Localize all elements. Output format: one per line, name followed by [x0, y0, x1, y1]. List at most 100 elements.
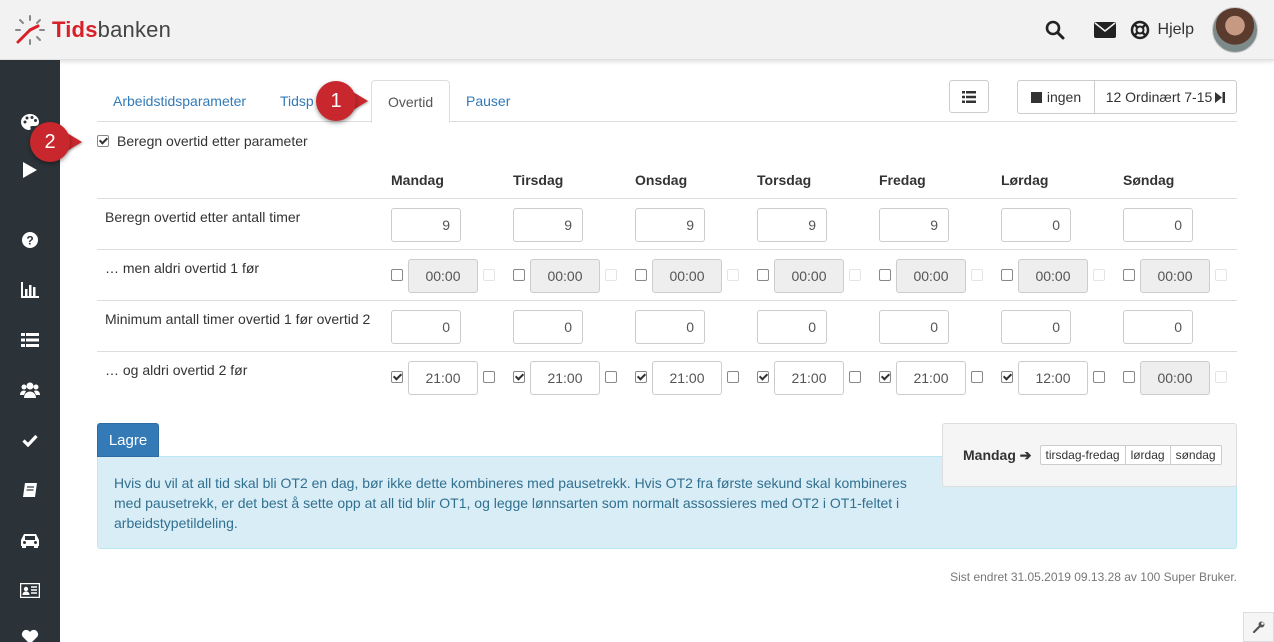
ot1-checkbox-lordag[interactable]	[1001, 269, 1013, 281]
car-icon[interactable]	[0, 525, 60, 555]
ot2-extra-checkbox-mandag[interactable]	[483, 371, 495, 383]
hours-input-lordag[interactable]: 0	[1001, 208, 1071, 242]
day-legend: Mandag ➔ tirsdag-fredag lørdag søndag	[942, 423, 1237, 487]
ot1-extra-checkbox-tirsdag[interactable]	[605, 269, 617, 281]
users-icon[interactable]	[0, 375, 60, 405]
hours-input-torsdag[interactable]: 9	[757, 208, 827, 242]
tab-pauser[interactable]: Pauser	[450, 80, 526, 122]
min-hours-input-torsdag[interactable]: 0	[757, 310, 827, 344]
calc-overtime-checkbox[interactable]	[97, 135, 109, 147]
top-bar: Tidsbanken Hjelp	[0, 0, 1274, 60]
tab-arbeidstidsparameter[interactable]: Arbeidstidsparameter	[97, 80, 262, 122]
min-hours-input-lordag[interactable]: 0	[1001, 310, 1071, 344]
ot1-checkbox-sondag[interactable]	[1123, 269, 1135, 281]
ot2-checkbox-fredag[interactable]	[879, 371, 891, 383]
ot2-extra-checkbox-tirsdag[interactable]	[605, 371, 617, 383]
ot1-time-tirsdag[interactable]: 00:00	[530, 259, 600, 293]
list-icon[interactable]	[0, 325, 60, 355]
envelope-icon[interactable]	[1080, 0, 1130, 60]
ot1-time-onsdag[interactable]: 00:00	[652, 259, 722, 293]
ot2-checkbox-sondag[interactable]	[1123, 371, 1135, 383]
day-header-lordag: Lørdag	[1001, 172, 1049, 188]
step-forward-icon	[1215, 91, 1226, 103]
hours-input-mandag[interactable]: 9	[391, 208, 461, 242]
min-hours-input-onsdag[interactable]: 0	[635, 310, 705, 344]
min-hours-input-tirsdag[interactable]: 0	[513, 310, 583, 344]
row-label: … men aldri overtid 1 før	[105, 260, 260, 276]
ot2-checkbox-lordag[interactable]	[1001, 371, 1013, 383]
avatar[interactable]	[1212, 7, 1258, 53]
ot2-checkbox-tirsdag[interactable]	[513, 371, 525, 383]
min-hours-input-mandag[interactable]: 0	[391, 310, 461, 344]
help-label: Hjelp	[1157, 21, 1194, 38]
ot1-time-lordag[interactable]: 00:00	[1018, 259, 1088, 293]
book-icon[interactable]	[0, 475, 60, 505]
ot1-checkbox-onsdag[interactable]	[635, 269, 647, 281]
ot2-time-torsdag[interactable]: 21:00	[774, 361, 844, 395]
table-row: Minimum antall timer overtid 1 før overt…	[97, 300, 1237, 351]
row-label: Beregn overtid etter antall timer	[105, 209, 301, 225]
hours-input-tirsdag[interactable]: 9	[513, 208, 583, 242]
help-link[interactable]: Hjelp	[1130, 20, 1194, 40]
calc-overtime-checkbox-row[interactable]: Beregn overtid etter parameter	[97, 133, 308, 149]
ot1-checkbox-mandag[interactable]	[391, 269, 403, 281]
id-card-icon[interactable]	[0, 575, 60, 605]
ot1-checkbox-tirsdag[interactable]	[513, 269, 525, 281]
lifebuoy-icon	[1130, 20, 1149, 40]
ot1-time-fredag[interactable]: 00:00	[896, 259, 966, 293]
svg-text:?: ?	[26, 234, 33, 248]
ot2-extra-checkbox-onsdag[interactable]	[727, 371, 739, 383]
ot2-checkbox-torsdag[interactable]	[757, 371, 769, 383]
ot1-extra-checkbox-lordag[interactable]	[1093, 269, 1105, 281]
stop-icon	[1030, 91, 1042, 103]
legend-chip: lørdag	[1126, 446, 1171, 464]
hours-input-sondag[interactable]: 0	[1123, 208, 1193, 242]
day-header-sondag: Søndag	[1123, 172, 1175, 188]
tab-overtid[interactable]: Overtid	[371, 80, 451, 123]
ot2-time-lordag[interactable]: 12:00	[1018, 361, 1088, 395]
range-start-label: ingen	[1046, 89, 1082, 105]
ot1-extra-checkbox-onsdag[interactable]	[727, 269, 739, 281]
list-view-button[interactable]	[949, 80, 989, 113]
ot2-extra-checkbox-lordag[interactable]	[1093, 371, 1105, 383]
ot1-time-mandag[interactable]: 00:00	[408, 259, 478, 293]
tab-tidsp[interactable]: Tidsp	[264, 80, 324, 122]
ot2-time-mandag[interactable]: 21:00	[408, 361, 478, 395]
ot1-extra-checkbox-torsdag[interactable]	[849, 269, 861, 281]
heart-icon[interactable]	[0, 622, 60, 642]
row-label: Minimum antall timer overtid 1 før overt…	[105, 311, 371, 327]
ot1-extra-checkbox-fredag[interactable]	[971, 269, 983, 281]
legend-chip: tirsdag-fredag	[1041, 446, 1126, 464]
ot2-extra-checkbox-sondag[interactable]	[1215, 371, 1227, 383]
check-icon[interactable]	[0, 425, 60, 455]
search-icon[interactable]	[1030, 0, 1080, 60]
save-button[interactable]: Lagre	[97, 423, 159, 457]
ot2-time-fredag[interactable]: 21:00	[896, 361, 966, 395]
table-row: … og aldri overtid 2 før 21:00 21:00 21:…	[97, 351, 1237, 402]
ot2-time-tirsdag[interactable]: 21:00	[530, 361, 600, 395]
ot1-time-sondag[interactable]: 00:00	[1140, 259, 1210, 293]
ot1-time-torsdag[interactable]: 00:00	[774, 259, 844, 293]
hours-input-fredag[interactable]: 9	[879, 208, 949, 242]
ot2-time-onsdag[interactable]: 21:00	[652, 361, 722, 395]
ot1-extra-checkbox-mandag[interactable]	[483, 269, 495, 281]
ot2-extra-checkbox-torsdag[interactable]	[849, 371, 861, 383]
ot2-checkbox-onsdag[interactable]	[635, 371, 647, 383]
stop-range-button[interactable]: ingen	[1017, 80, 1095, 114]
ot2-extra-checkbox-fredag[interactable]	[971, 371, 983, 383]
question-icon[interactable]: ?	[0, 225, 60, 255]
logo[interactable]: Tidsbanken	[14, 14, 171, 46]
wrench-button[interactable]	[1243, 612, 1274, 642]
ot1-extra-checkbox-sondag[interactable]	[1215, 269, 1227, 281]
ot1-checkbox-torsdag[interactable]	[757, 269, 769, 281]
next-range-button[interactable]: 12 Ordinært 7-15	[1094, 80, 1237, 114]
bar-chart-icon[interactable]	[0, 275, 60, 305]
legend-chips: tirsdag-fredag lørdag søndag	[1039, 445, 1222, 465]
ot2-checkbox-mandag[interactable]	[391, 371, 403, 383]
hours-input-onsdag[interactable]: 9	[635, 208, 705, 242]
day-header-fredag: Fredag	[879, 172, 926, 188]
ot1-checkbox-fredag[interactable]	[879, 269, 891, 281]
min-hours-input-sondag[interactable]: 0	[1123, 310, 1193, 344]
ot2-time-sondag[interactable]: 00:00	[1140, 361, 1210, 395]
min-hours-input-fredag[interactable]: 0	[879, 310, 949, 344]
